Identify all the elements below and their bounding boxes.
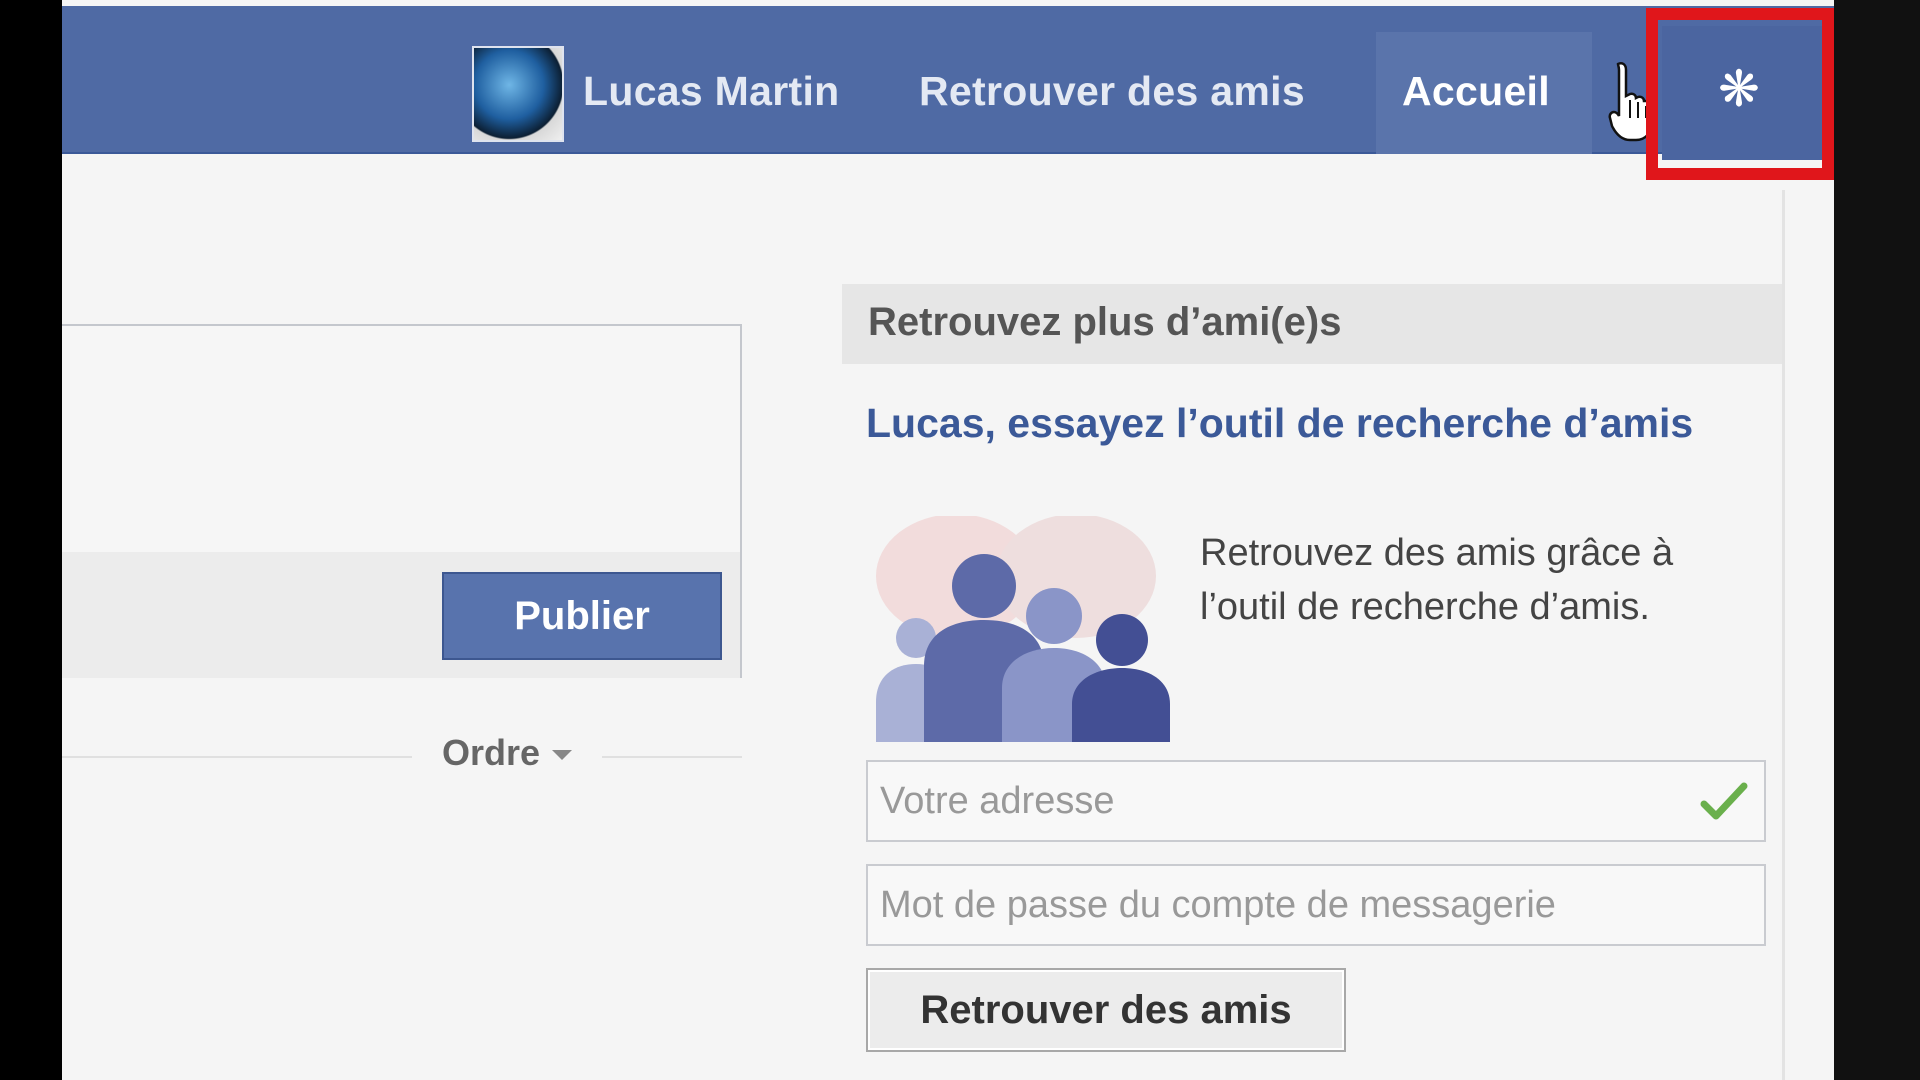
chevron-down-icon: [552, 750, 573, 761]
column-divider: [1782, 190, 1785, 1080]
find-friends-button[interactable]: Retrouver des amis: [866, 968, 1346, 1052]
status-composer: Publier: [62, 324, 742, 678]
top-navigation-bar: Lucas Martin Retrouver des amis Accueil …: [62, 6, 1834, 160]
screen-edge: [1834, 0, 1920, 1080]
friend-finder-description: Retrouvez des amis grâce à l’outil de re…: [1200, 532, 1674, 628]
checkmark-icon: [1700, 782, 1748, 820]
sort-order-dropdown[interactable]: Ordre: [442, 732, 573, 774]
friend-finder-header: Retrouvez plus d’ami(e)s: [842, 284, 1782, 364]
find-friends-link[interactable]: Retrouver des amis: [919, 68, 1305, 115]
publish-button[interactable]: Publier: [442, 572, 722, 660]
sort-order-label: Ordre: [442, 732, 541, 773]
friend-finder-title: Retrouvez plus d’ami(e)s: [868, 300, 1342, 344]
password-field[interactable]: [866, 864, 1766, 946]
friend-finder-link[interactable]: Lucas, essayez l’outil de recherche d’am…: [866, 396, 1746, 450]
people-group-icon: [876, 516, 1170, 742]
feed-sort-row: Ordre: [62, 730, 742, 782]
profile-link[interactable]: Lucas Martin: [583, 68, 840, 115]
password-input[interactable]: [868, 866, 1764, 944]
avatar[interactable]: [472, 46, 564, 142]
home-link[interactable]: Accueil: [1402, 68, 1550, 115]
divider: [602, 756, 742, 758]
red-highlight-box: [1646, 8, 1834, 180]
email-input[interactable]: [868, 762, 1764, 840]
email-field[interactable]: [866, 760, 1766, 842]
divider: [62, 756, 412, 758]
browser-viewport: Lucas Martin Retrouver des amis Accueil …: [62, 0, 1834, 1080]
